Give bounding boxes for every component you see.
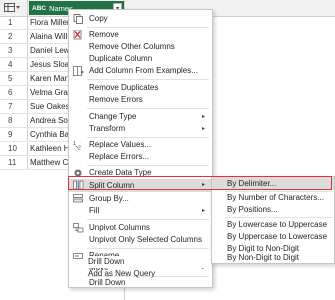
menu-item-label: Replace Errors... — [89, 152, 150, 161]
menu-separator — [225, 217, 333, 218]
menu-item-duplicate-column[interactable]: Duplicate Column — [69, 53, 212, 65]
svg-text:2: 2 — [78, 146, 81, 151]
row-number: 8 — [0, 114, 28, 127]
table-icon — [4, 3, 20, 12]
menu-item-remove-other-columns[interactable]: Remove Other Columns — [69, 41, 212, 53]
cell-value[interactable]: Velma Gray — [30, 86, 72, 99]
menu-item-label: Remove — [89, 30, 119, 39]
unpivot-icon — [73, 223, 84, 233]
row-number: 3 — [0, 44, 28, 57]
menu-item-drill-down-row[interactable]: Drill Down — [68, 256, 211, 268]
menu-item-fill[interactable]: Fill ▸ — [69, 205, 212, 217]
menu-item-label: Create Data Type — [89, 168, 152, 177]
submenu-arrow-icon: ▸ — [201, 182, 205, 188]
row-number: 9 — [0, 128, 28, 141]
menu-item-label: Remove Duplicates — [89, 83, 159, 92]
menu-item-label: Remove Other Columns — [89, 42, 175, 51]
menu-item-label: Unpivot Columns — [89, 223, 150, 232]
submenu-item-uppercase-to-lowercase[interactable]: By Uppercase to Lowercase — [227, 231, 327, 243]
split-column-icon — [73, 180, 84, 190]
submenu-item-by-positions[interactable]: By Positions... — [227, 204, 278, 216]
menu-separator — [87, 248, 209, 249]
submenu-item-lowercase-to-uppercase[interactable]: By Lowercase to Uppercase — [227, 219, 327, 231]
menu-item-unpivot-columns[interactable]: Unpivot Columns — [69, 222, 212, 234]
menu-item-label: Replace Values... — [89, 140, 152, 149]
menu-item-remove[interactable]: Remove — [69, 29, 212, 41]
menu-item-transform[interactable]: Transform ▸ — [69, 123, 212, 135]
submenu-arrow-icon: ▸ — [201, 126, 205, 132]
cell-value[interactable]: Sue Oakes — [30, 100, 70, 113]
menu-item-copy[interactable]: Copy — [69, 13, 212, 25]
menu-separator — [87, 137, 209, 138]
row-number: 6 — [0, 86, 28, 99]
replace-values-icon: 1 2 — [73, 141, 81, 151]
menu-separator — [87, 165, 209, 166]
menu-item-label: Transform — [89, 124, 126, 133]
menu-item-label: Split Column — [89, 181, 135, 190]
menu-item-label: Add Column From Examples... — [89, 66, 198, 75]
menu-separator — [87, 79, 209, 80]
menu-separator — [87, 219, 209, 220]
svg-text:1: 1 — [73, 141, 76, 147]
menu-item-label: Fill — [89, 206, 100, 215]
table-menu-button[interactable] — [0, 0, 28, 16]
copy-icon — [73, 14, 83, 24]
add-column-icon — [73, 66, 84, 76]
row-number: 1 — [0, 16, 28, 29]
submenu-arrow-icon: ▸ — [201, 114, 205, 120]
text-type-icon[interactable]: ABC — [32, 5, 46, 12]
row-number: 4 — [0, 58, 28, 71]
menu-item-replace-values[interactable]: 1 2 Replace Values... — [69, 139, 212, 151]
submenu-item-by-number-of-characters[interactable]: By Number of Characters... — [227, 192, 324, 204]
row-number: 2 — [0, 30, 28, 43]
row-number: 5 — [0, 72, 28, 85]
menu-separator — [87, 27, 209, 28]
menu-item-remove-duplicates[interactable]: Remove Duplicates — [69, 82, 212, 94]
menu-item-create-data-type[interactable]: Create Data Type — [69, 167, 212, 179]
submenu-item-non-digit-to-digit[interactable]: By Non-Digit to Digit — [227, 253, 299, 263]
submenu-item-by-delimiter[interactable]: By Delimiter... — [227, 178, 276, 190]
row-number: 10 — [0, 142, 28, 155]
group-by-icon — [73, 194, 83, 203]
menu-item-split-column[interactable]: Split Column ▸ — [69, 179, 212, 192]
menu-item-unpivot-only-selected[interactable]: Unpivot Only Selected Columns — [69, 234, 212, 246]
remove-x-icon — [73, 30, 82, 40]
split-column-submenu: By Delimiter... By Number of Characters.… — [211, 176, 335, 264]
cell-value[interactable]: Flora Miller — [30, 16, 70, 29]
menu-item-add-column-from-examples[interactable]: Add Column From Examples... — [69, 65, 212, 77]
menu-item-remove-errors[interactable]: Remove Errors — [69, 94, 212, 106]
menu-item-label: Group By... — [89, 194, 129, 203]
menu-item-label: Add as New Query — [88, 269, 156, 278]
menu-item-label: Change Type — [89, 112, 137, 121]
menu-separator — [87, 108, 209, 109]
submenu-arrow-icon: ▸ — [201, 208, 205, 214]
menu-item-label: Drill Down — [88, 256, 208, 268]
menu-item-label: Duplicate Column — [89, 54, 153, 63]
menu-item-group-by[interactable]: Group By... — [69, 193, 212, 205]
menu-item-add-as-new-query[interactable]: Add as New Query — [68, 268, 211, 280]
menu-item-label: Unpivot Only Selected Columns — [89, 235, 202, 244]
data-type-icon — [74, 169, 82, 177]
menu-item-label: Remove Errors — [89, 95, 143, 104]
menu-item-replace-errors[interactable]: Replace Errors... — [69, 151, 212, 163]
row-number: 7 — [0, 100, 28, 113]
menu-item-label: Copy — [89, 14, 108, 23]
menu-item-change-type[interactable]: Change Type ▸ — [69, 111, 212, 123]
column-context-menu: Copy Remove Remove Other Columns Duplica… — [68, 9, 213, 288]
row-number: 11 — [0, 156, 28, 169]
